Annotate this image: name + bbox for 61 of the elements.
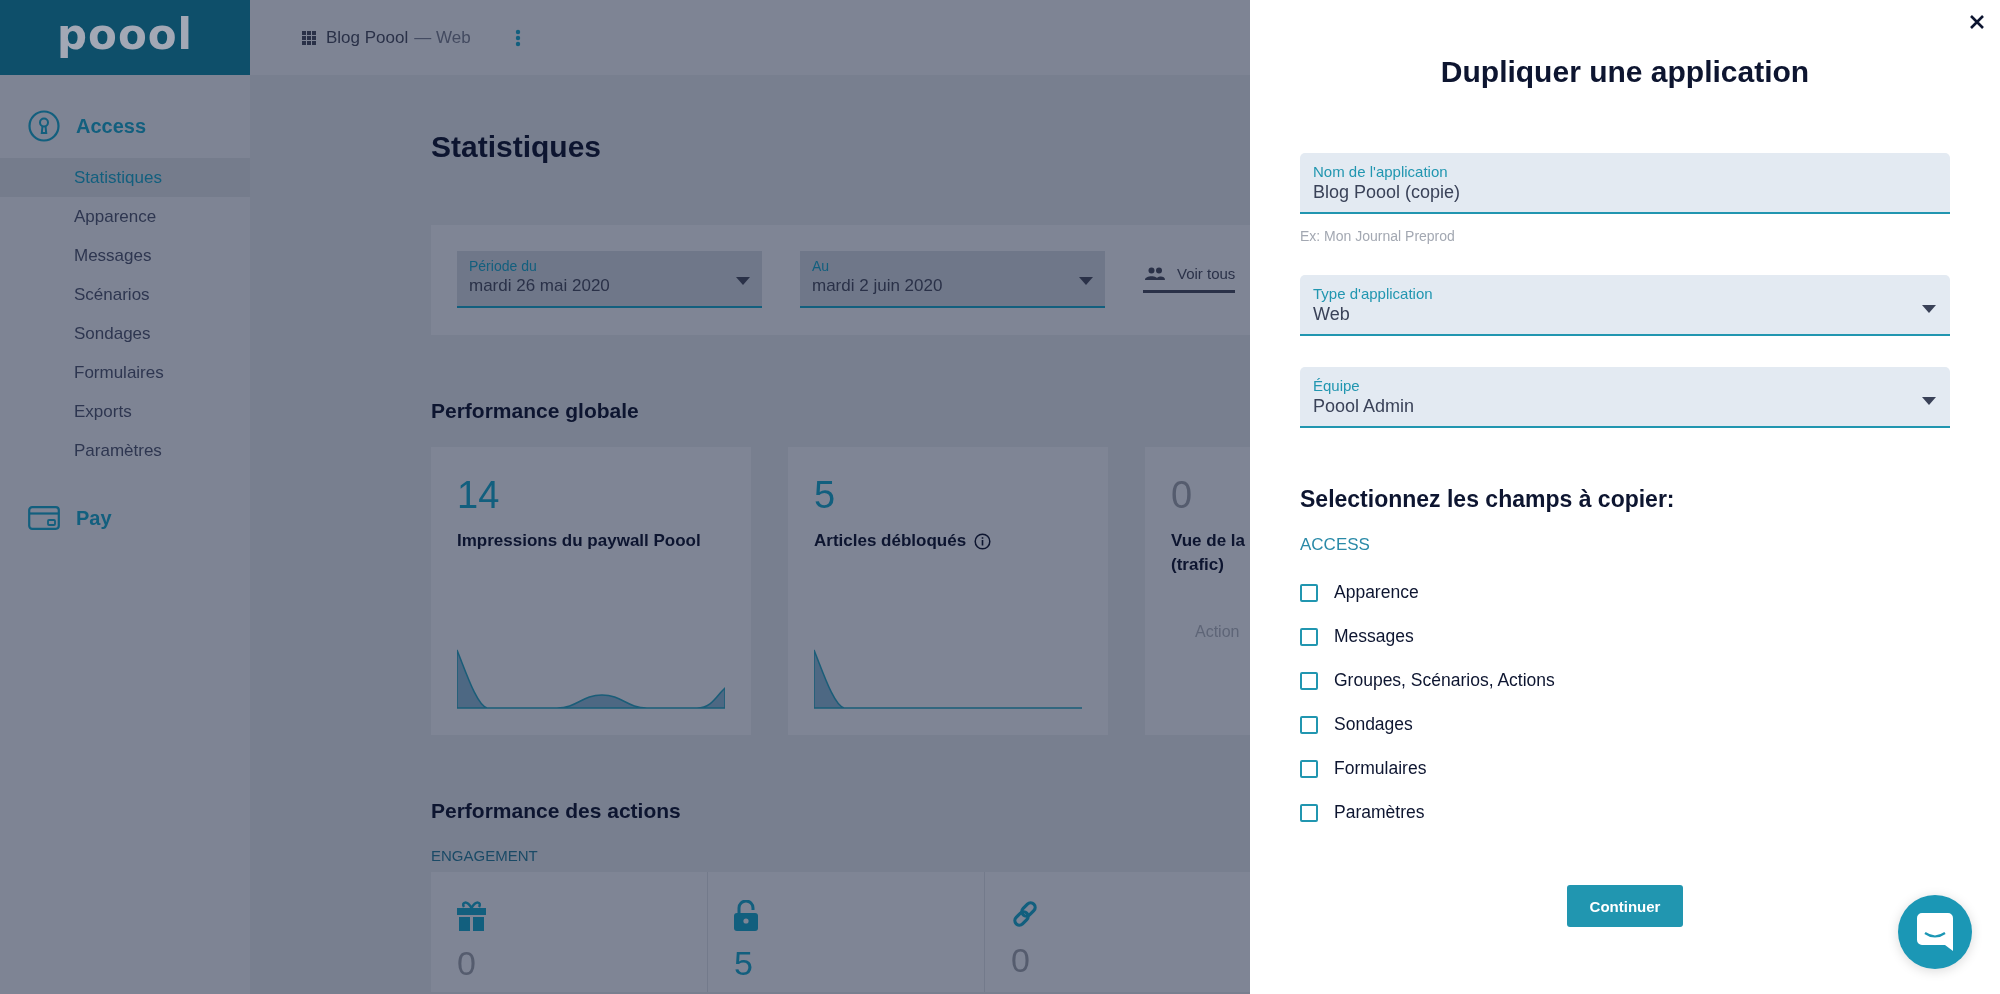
action-value: 5: [734, 943, 753, 983]
checkbox-label[interactable]: Apparence: [1334, 582, 1419, 603]
chat-icon: [1917, 913, 1953, 951]
close-icon[interactable]: [1969, 14, 1985, 30]
grid-icon[interactable]: [302, 30, 316, 45]
select-field[interactable]: Équipe Poool Admin: [1300, 367, 1950, 428]
caret-icon: [1079, 277, 1093, 285]
stat-label: Articles débloqués: [814, 530, 967, 552]
date-dropdown[interactable]: Période du mardi 26 mai 2020: [457, 251, 762, 308]
section-heading: Performance des actions: [431, 798, 681, 824]
credit-card-icon: [28, 506, 60, 530]
category-label: ENGAGEMENT: [431, 847, 538, 864]
audience-filter[interactable]: Voir tous: [1143, 265, 1236, 293]
more-options-icon[interactable]: [514, 28, 521, 47]
checkbox-label[interactable]: Groupes, Scénarios, Actions: [1334, 670, 1555, 691]
section-heading: Selectionnez les champs à copier:: [1300, 486, 1675, 513]
app-type: — Web: [414, 27, 471, 48]
stat-value: 14: [457, 473, 500, 517]
checkbox-label[interactable]: Formulaires: [1334, 758, 1427, 779]
continue-button[interactable]: Continuer: [1567, 885, 1683, 927]
page-title: Statistiques: [431, 129, 602, 165]
stat-label: (trafic): [1171, 554, 1224, 576]
chat-launcher-button[interactable]: [1898, 895, 1972, 969]
gift-icon: [457, 900, 486, 931]
select-field[interactable]: Type d'application Web: [1300, 275, 1950, 336]
checkbox[interactable]: [1300, 583, 1318, 602]
sidebar-item[interactable]: Exports: [0, 392, 250, 431]
input-field[interactable]: Nom de l'application Blog Poool (copie): [1300, 153, 1950, 214]
date-dropdown[interactable]: Au mardi 2 juin 2020: [800, 251, 1105, 308]
section-title[interactable]: Pay: [76, 506, 112, 530]
lock-icon: [734, 900, 758, 931]
group-label: ACCESS: [1300, 535, 1370, 555]
sidebar-item[interactable]: Messages: [0, 236, 250, 275]
app-name: Blog Poool: [326, 27, 409, 48]
sidebar-item[interactable]: Formulaires: [0, 353, 250, 392]
people-icon: [1145, 267, 1165, 280]
stat-label: Impressions du paywall Poool: [457, 530, 701, 552]
link-icon: [1011, 900, 1039, 928]
section-title[interactable]: Access: [76, 114, 147, 138]
sidebar-item[interactable]: Paramètres: [0, 431, 250, 470]
checkbox-label[interactable]: Sondages: [1334, 714, 1413, 735]
checkbox[interactable]: [1300, 671, 1318, 690]
keyhole-icon: [28, 110, 60, 142]
sidebar-item[interactable]: Scénarios: [0, 275, 250, 314]
section-heading: Performance globale: [431, 398, 639, 424]
stat-value: 5: [814, 473, 836, 517]
helper-text: Ex: Mon Journal Preprod: [1300, 228, 1455, 244]
checkbox-label[interactable]: Messages: [1334, 626, 1414, 647]
sidebar-item[interactable]: Sondages: [0, 314, 250, 353]
panel-title: Dupliquer une application: [1439, 54, 1811, 90]
caret-icon: [1922, 305, 1936, 313]
info-icon[interactable]: [974, 532, 992, 550]
caret-icon: [1922, 397, 1936, 405]
sidebar-item[interactable]: Apparence: [0, 197, 250, 236]
checkbox[interactable]: [1300, 759, 1318, 778]
checkbox[interactable]: [1300, 627, 1318, 646]
checkbox[interactable]: [1300, 715, 1318, 734]
checkbox[interactable]: [1300, 803, 1318, 822]
stat-label: Vue de la: [1171, 530, 1245, 552]
caret-icon: [736, 277, 750, 285]
checkbox-label[interactable]: Paramètres: [1334, 802, 1425, 823]
